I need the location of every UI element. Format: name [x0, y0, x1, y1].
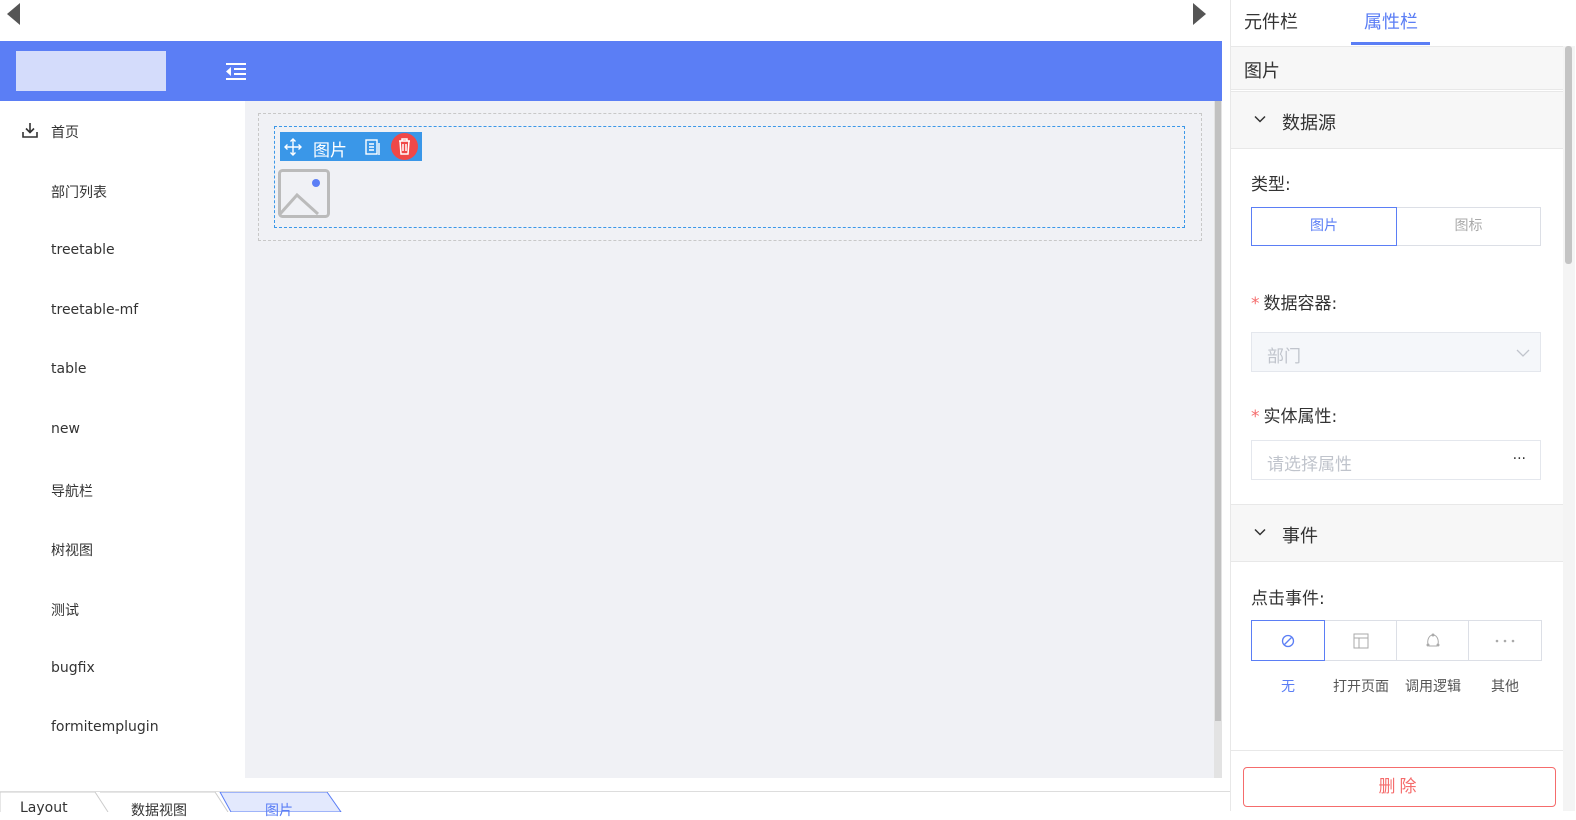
- event-option-label: 其他: [1491, 679, 1519, 695]
- click-event-label: 点击事件:: [1251, 589, 1325, 609]
- tab-image[interactable]: 图片: [219, 792, 344, 819]
- event-option-other[interactable]: [1468, 620, 1542, 661]
- component-toolbar: 图片: [280, 132, 422, 161]
- logic-icon: [1426, 633, 1440, 647]
- design-canvas[interactable]: 图片: [245, 101, 1214, 778]
- event-option-open-page[interactable]: [1324, 620, 1398, 661]
- sidebar-item-table[interactable]: table: [0, 340, 244, 400]
- sidebar-item-label: bugfix: [51, 660, 95, 676]
- scrollbar-thumb[interactable]: [1215, 101, 1221, 721]
- section-title: 事件: [1282, 526, 1318, 547]
- active-tab-indicator: [1351, 42, 1430, 45]
- section-event-header[interactable]: 事件: [1231, 504, 1563, 562]
- event-option-label: 打开页面: [1333, 679, 1389, 695]
- ban-icon: [1281, 634, 1295, 648]
- sidebar-item-dept-list[interactable]: 部门列表: [0, 161, 244, 221]
- sidebar-item-navbar[interactable]: 导航栏: [0, 460, 244, 520]
- sidebar-item-label: treetable-mf: [51, 302, 139, 318]
- sidebar-item-tree-view[interactable]: 树视图: [0, 519, 244, 579]
- scrollbar-thumb[interactable]: [1565, 46, 1572, 264]
- page-icon: [1353, 633, 1369, 649]
- more-icon: [1495, 639, 1515, 643]
- sidebar-item-label: 树视图: [51, 543, 93, 559]
- sidebar-item-label: treetable: [51, 242, 115, 258]
- event-option-label: 调用逻辑: [1405, 679, 1461, 695]
- type-option-image[interactable]: 图片: [1251, 207, 1397, 246]
- tab-label: Layout: [20, 800, 68, 816]
- sidebar-item-label: new: [51, 421, 80, 437]
- event-option-label: 无: [1281, 679, 1295, 695]
- copy-icon[interactable]: [365, 139, 381, 160]
- sidebar-item-formitemplugin[interactable]: formitemplugin: [0, 698, 244, 758]
- tab-data-view[interactable]: 数据视图: [100, 792, 230, 819]
- container-label: * 数据容器:: [1251, 294, 1338, 314]
- move-icon[interactable]: [284, 138, 302, 160]
- section-title: 数据源: [1282, 113, 1336, 134]
- chevron-down-icon: [1254, 115, 1266, 123]
- app-header: [0, 41, 1222, 101]
- image-placeholder-icon: [278, 169, 331, 218]
- property-panel: 元件栏 属性栏 图片 数据源 类型: 图片 图标 * 数据容器: 部门 * 实体属性…: [1230, 0, 1576, 811]
- entity-input[interactable]: 请选择属性 ···: [1251, 440, 1541, 480]
- delete-button[interactable]: 删除: [1243, 767, 1556, 807]
- divider: [1231, 750, 1563, 751]
- download-icon: [21, 121, 39, 139]
- more-options-icon[interactable]: ···: [1513, 451, 1526, 467]
- sidebar-item-treetable[interactable]: treetable: [0, 221, 244, 281]
- sidebar-item-label: 导航栏: [51, 484, 93, 500]
- type-option-icon[interactable]: 图标: [1396, 207, 1541, 246]
- bottom-tab-bar: Layout 数据视图 图片: [0, 791, 1230, 819]
- sidebar-item-label: 部门列表: [51, 185, 107, 201]
- event-option-none[interactable]: [1251, 620, 1325, 661]
- sidebar-item-treetable-mf[interactable]: treetable-mf: [0, 281, 244, 341]
- delete-component-icon[interactable]: [391, 133, 418, 160]
- tab-layout[interactable]: Layout: [0, 792, 110, 816]
- component-name: 图片: [313, 141, 347, 161]
- entity-label: * 实体属性:: [1251, 407, 1338, 427]
- tab-label: 数据视图: [131, 803, 187, 819]
- tab-label: 图片: [265, 803, 293, 819]
- container-value: 部门: [1267, 347, 1301, 367]
- sidebar-item-label: formitemplugin: [51, 719, 159, 735]
- canvas-scrollbar[interactable]: [1214, 101, 1222, 778]
- top-bar: [0, 0, 1230, 40]
- entity-placeholder: 请选择属性: [1267, 455, 1352, 475]
- sidebar-item-label: 测试: [51, 603, 79, 619]
- sidebar-item-label: table: [51, 361, 87, 377]
- event-option-call-logic[interactable]: [1396, 620, 1470, 661]
- section-datasource-header[interactable]: 数据源: [1231, 91, 1563, 149]
- sidebar-item-new[interactable]: new: [0, 400, 244, 460]
- scroll-right-arrow-icon[interactable]: [1193, 3, 1206, 25]
- sidebar-nav: 首页 部门列表 treetable treetable-mf table new…: [0, 101, 244, 791]
- container-select[interactable]: 部门: [1251, 332, 1541, 372]
- sidebar-item-test[interactable]: 测试: [0, 579, 244, 639]
- panel-scrollbar[interactable]: [1563, 46, 1575, 811]
- component-title-row: 图片: [1231, 46, 1563, 90]
- type-label: 类型:: [1251, 175, 1291, 195]
- chevron-down-icon: [1254, 528, 1266, 536]
- tab-properties[interactable]: 属性栏: [1364, 8, 1418, 34]
- sidebar-item-bugfix[interactable]: bugfix: [0, 639, 244, 699]
- scroll-left-arrow-icon[interactable]: [7, 3, 20, 25]
- chevron-down-icon: [1516, 349, 1530, 357]
- logo: [16, 51, 166, 91]
- tab-components[interactable]: 元件栏: [1244, 8, 1298, 34]
- component-title: 图片: [1244, 61, 1280, 82]
- sidebar-item-home[interactable]: 首页: [0, 101, 244, 161]
- sidebar-item-label: 首页: [51, 125, 79, 141]
- menu-collapse-icon[interactable]: [224, 61, 248, 83]
